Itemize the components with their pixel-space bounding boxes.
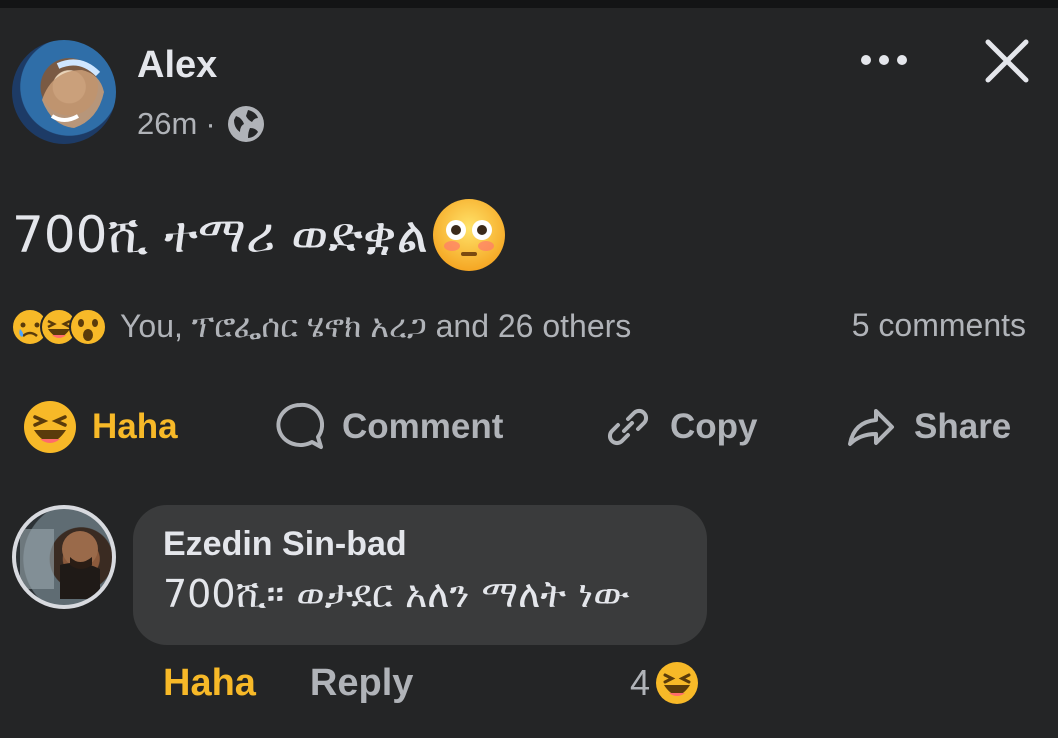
- comment-button[interactable]: Comment: [272, 385, 503, 469]
- post-text: 700ሺ ተማሪ ወድቋል: [12, 196, 508, 274]
- comment-label: Comment: [342, 407, 504, 446]
- action-bar: Haha Comment Copy Share: [0, 385, 1058, 469]
- comment-bubble: Ezedin Sin-bad 700ሺ። ወታደር አለን ማለት ነው: [133, 505, 707, 645]
- meta-separator: ·: [205, 106, 216, 141]
- haha-label: Haha: [92, 407, 178, 446]
- more-icon[interactable]: [858, 48, 910, 72]
- link-icon: [607, 408, 649, 446]
- comment-actions: Haha Reply: [163, 662, 413, 705]
- author-avatar[interactable]: [12, 40, 116, 144]
- flushed-face-icon: [433, 199, 506, 271]
- comments-count[interactable]: 5 comments: [852, 307, 1026, 344]
- haha-icon: [24, 401, 76, 453]
- reactors-text[interactable]: You, ፕሮፌሰር ሄኖክ አረጋ and 26 others: [120, 308, 631, 346]
- copy-button[interactable]: Copy: [600, 385, 758, 469]
- haha-button[interactable]: Haha: [22, 385, 178, 469]
- top-divider: [0, 0, 1058, 8]
- comment-reply-button[interactable]: Reply: [310, 662, 413, 705]
- share-button[interactable]: Share: [844, 385, 1011, 469]
- post-author-name[interactable]: Alex: [137, 44, 217, 87]
- haha-face-icon: [656, 662, 699, 704]
- post-meta: 26m ·: [137, 104, 266, 144]
- reactions-summary[interactable]: You, ፕሮፌሰር ሄኖክ አረጋ and 26 others: [10, 305, 631, 349]
- comment-author-name[interactable]: Ezedin Sin-bad: [163, 525, 677, 564]
- share-arrow-icon: [848, 409, 894, 446]
- comment-text: 700ሺ። ወታደር አለን ማለት ነው: [163, 572, 630, 616]
- wow-face-icon: [69, 308, 107, 346]
- share-label: Share: [914, 407, 1012, 446]
- post-time[interactable]: 26m: [137, 106, 197, 142]
- comment-bubble-icon: [276, 402, 325, 449]
- comment-reaction-count: 4: [630, 662, 651, 703]
- copy-label: Copy: [670, 407, 758, 446]
- post-text-content: 700ሺ ተማሪ ወድቋል: [12, 205, 429, 264]
- commenter-avatar[interactable]: [12, 505, 116, 609]
- comment-haha-button[interactable]: Haha: [163, 662, 256, 705]
- reaction-icons: [10, 307, 108, 347]
- close-icon[interactable]: [982, 36, 1032, 86]
- comment-reaction-summary[interactable]: 4: [630, 660, 700, 706]
- globe-icon: [227, 106, 264, 142]
